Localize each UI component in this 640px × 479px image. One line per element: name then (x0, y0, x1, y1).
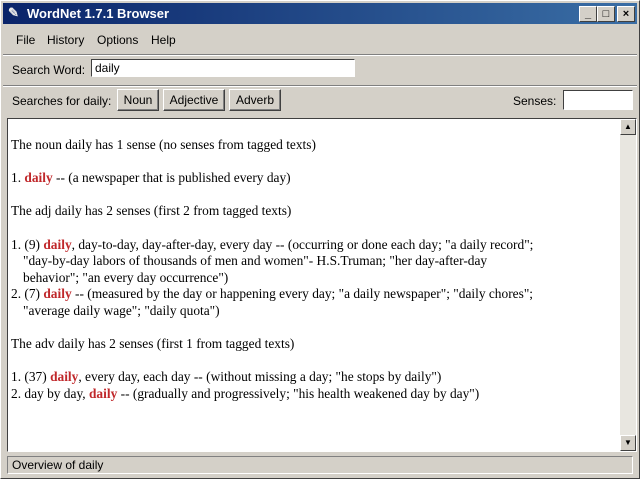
search-row: Search Word: (3, 56, 637, 84)
highlighted-word: daily (43, 286, 72, 302)
highlighted-word: daily (24, 170, 53, 186)
adv-sense-2: 2. day by day, daily -- (gradually and p… (11, 385, 480, 401)
noun-button[interactable]: Noun (117, 89, 159, 111)
highlighted-word: daily (88, 385, 118, 401)
results-text: The noun daily has 1 sense (no senses fr… (11, 137, 616, 403)
adv-header: The adv daily has 2 senses (first 1 from… (11, 336, 295, 352)
menu-help[interactable]: Help (151, 33, 176, 47)
vertical-scrollbar[interactable]: ▲ ▼ (620, 119, 636, 451)
highlighted-word: daily (43, 236, 72, 252)
arrow-down-icon[interactable]: ▼ (620, 435, 636, 451)
adjective-button[interactable]: Adjective (163, 89, 225, 111)
noun-header: The noun daily has 1 sense (no senses fr… (11, 137, 316, 152)
results-pane[interactable]: The noun daily has 1 sense (no senses fr… (7, 118, 637, 452)
menu-history[interactable]: History (47, 33, 84, 47)
adj-sense-2-cont: "average daily wage"; "daily quota") (23, 302, 220, 318)
arrow-up-icon[interactable]: ▲ (620, 119, 636, 135)
menu-options[interactable]: Options (97, 33, 138, 47)
quill-icon: ✎ (8, 5, 19, 20)
menu-bar: File History Options Help (3, 29, 637, 51)
app-window: ✎ WordNet 1.7.1 Browser _ □ × File Histo… (0, 0, 640, 479)
window-title: WordNet 1.7.1 Browser (27, 6, 170, 21)
minimize-button[interactable]: _ (579, 6, 597, 22)
status-bar: Overview of daily (7, 456, 633, 474)
senses-input[interactable] (563, 90, 633, 110)
search-buttons-row: Searches for daily: Noun Adjective Adver… (3, 87, 637, 115)
title-bar[interactable]: ✎ WordNet 1.7.1 Browser _ □ × (3, 3, 637, 24)
menu-file[interactable]: File (16, 33, 35, 47)
search-input[interactable] (91, 59, 355, 77)
noun-sense-1: 1. daily -- (a newspaper that is publish… (11, 170, 291, 186)
adj-sense-2: 2. (7) daily -- (measured by the day or … (11, 286, 534, 302)
search-label: Search Word: (12, 63, 86, 77)
maximize-button[interactable]: □ (597, 6, 615, 22)
highlighted-word: daily (50, 369, 79, 385)
adv-sense-1: 1. (37) daily, every day, each day -- (w… (11, 369, 442, 385)
senses-label: Senses: (513, 94, 557, 108)
adj-header: The adj daily has 2 senses (first 2 from… (11, 203, 292, 219)
adj-sense-1: 1. (9) daily, day-to-day, day-after-day,… (11, 236, 534, 252)
adj-sense-1-cont: behavior"; "an every day occurrence") (23, 269, 229, 285)
adj-sense-1-cont: "day-by-day labors of thousands of men a… (23, 253, 488, 269)
adverb-button[interactable]: Adverb (229, 89, 281, 111)
close-button[interactable]: × (617, 6, 635, 22)
searches-label: Searches for daily: (12, 94, 112, 108)
